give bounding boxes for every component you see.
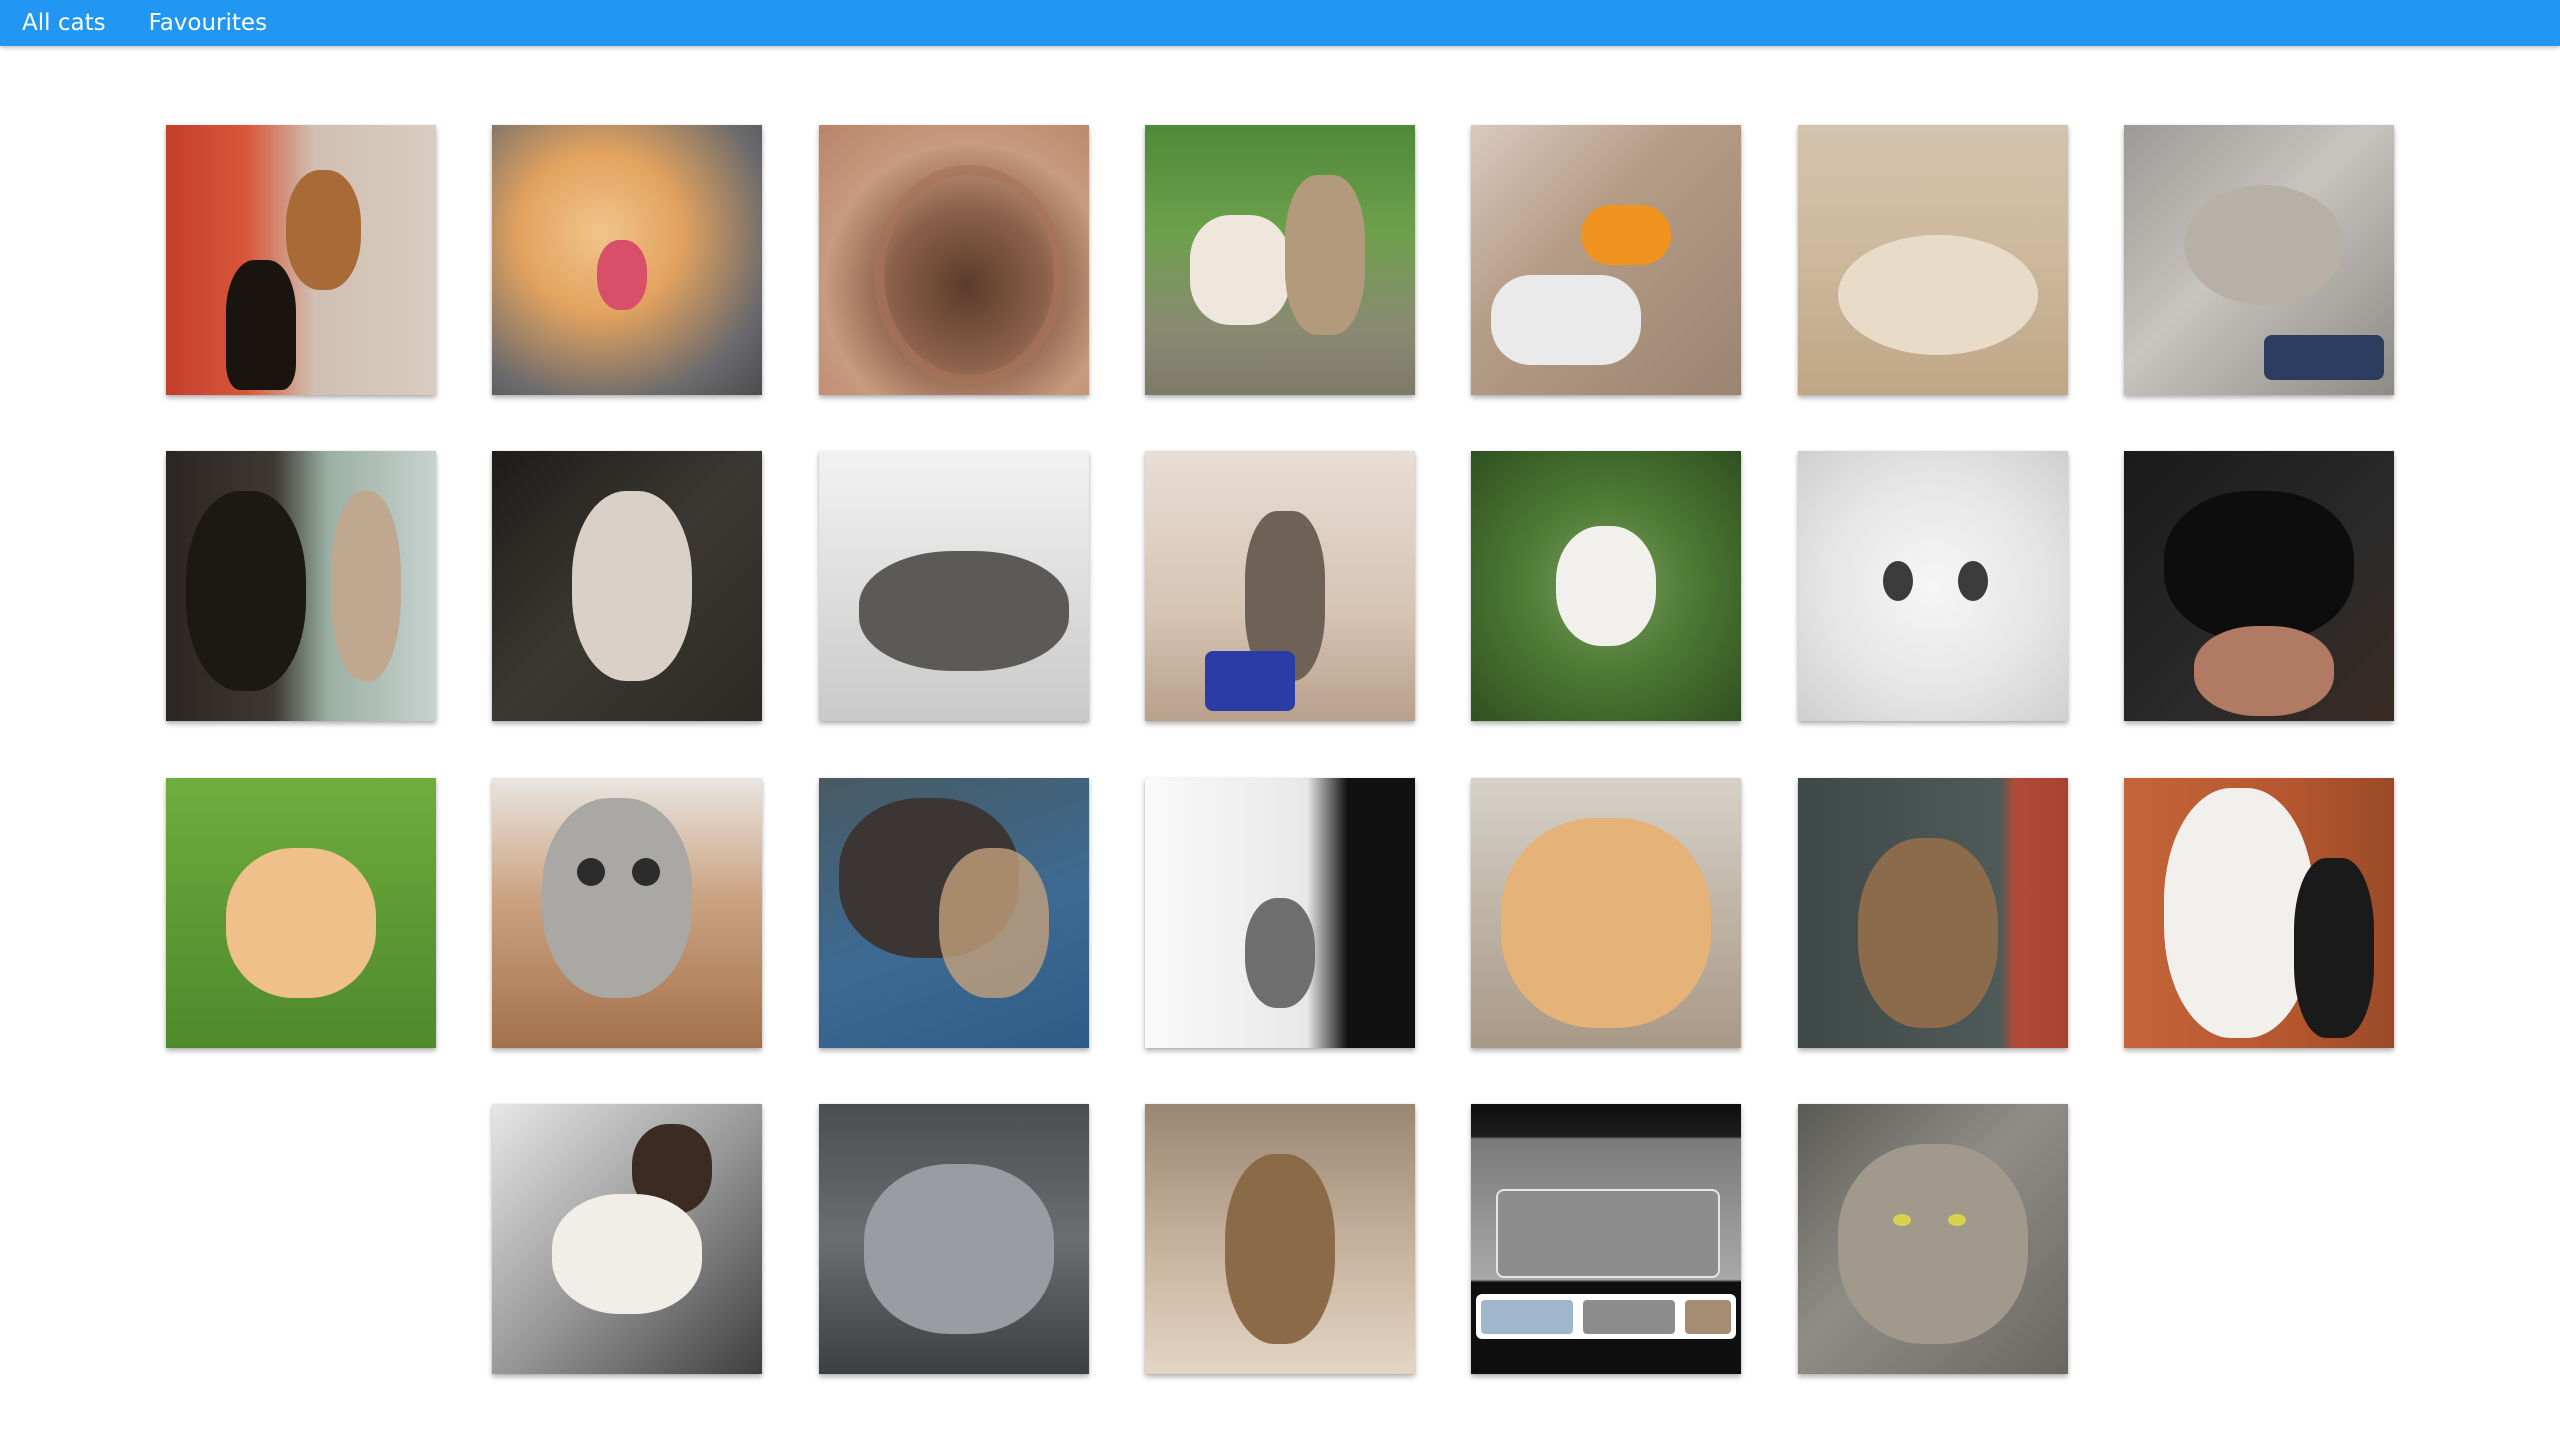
cat-photo-tile[interactable] — [1798, 451, 2068, 721]
cat-photo-tile[interactable] — [819, 451, 1089, 721]
cat-photo-tile[interactable] — [492, 451, 762, 721]
cat-photo-tile[interactable] — [2124, 451, 2394, 721]
cat-photo-tile[interactable] — [1145, 1104, 1415, 1374]
cat-photo-tile[interactable] — [819, 778, 1089, 1048]
cat-photo-tile[interactable] — [2124, 125, 2394, 395]
cat-photo-tile[interactable] — [819, 1104, 1089, 1374]
cat-photo-tile[interactable] — [166, 125, 436, 395]
cat-photo-tile[interactable] — [492, 778, 762, 1048]
cat-photo-tile[interactable] — [1145, 778, 1415, 1048]
cat-photo-tile[interactable] — [1798, 1104, 2068, 1374]
cat-photo-tile[interactable] — [1471, 125, 1741, 395]
cat-photo-tile[interactable] — [1145, 125, 1415, 395]
cat-photo-tile[interactable] — [1471, 778, 1741, 1048]
cat-photo-tile[interactable] — [1471, 451, 1741, 721]
cat-photo-tile[interactable] — [2124, 778, 2394, 1048]
cat-photo-tile[interactable] — [492, 125, 762, 395]
cat-photo-tile[interactable] — [1145, 451, 1415, 721]
cat-photo-tile[interactable] — [1471, 1104, 1741, 1374]
cat-photo-tile[interactable] — [1798, 125, 2068, 395]
cat-gallery-grid — [0, 0, 2560, 1440]
cat-photo-tile[interactable] — [1798, 778, 2068, 1048]
cat-photo-tile[interactable] — [492, 1104, 762, 1374]
cat-photo-tile[interactable] — [166, 778, 436, 1048]
cat-photo-tile[interactable] — [819, 125, 1089, 395]
cat-photo-tile[interactable] — [166, 451, 436, 721]
